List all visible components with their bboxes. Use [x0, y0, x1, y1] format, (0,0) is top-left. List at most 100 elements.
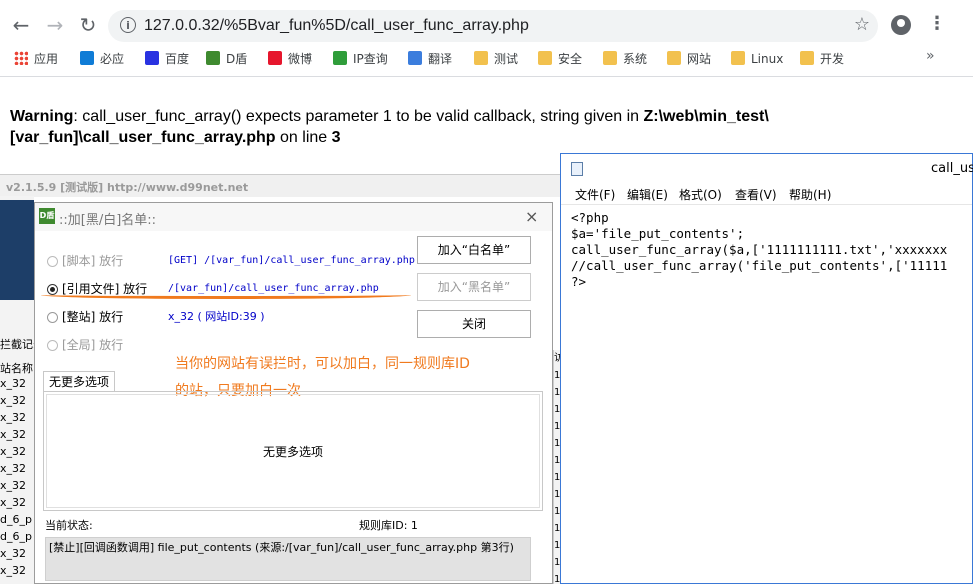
bookmarks-bar: 应用 必应 百度 D盾 微博 IP查询 翻译 测试 安全 系统 网站 Linux 开发	[0, 46, 973, 72]
background-list-text: d_6_p	[0, 513, 32, 526]
release-option-path: [GET] /[var_fun]/call_user_func_array.ph…	[168, 255, 415, 266]
warning-label: Warning	[10, 108, 74, 125]
notepad-menubar: 文件(F) 编辑(E) 格式(O) 查看(V) 帮助(H)	[561, 184, 972, 205]
bookmark-label: 翻译	[428, 52, 453, 66]
background-list-text: x_32	[0, 564, 27, 577]
blacklist-whitelist-dialog: D盾 ::加[黑/白]名单:: × 加入“白名单” 加入“黑名单” 关闭 当你的…	[34, 202, 553, 584]
notepad-title: call_us	[931, 161, 973, 176]
warning-text: : call_user_func_array() expects paramet…	[73, 108, 644, 125]
notepad-icon	[571, 162, 583, 176]
d99-version-text: v2.1.5.9 [测试版] http://www.d99net.net	[6, 181, 249, 194]
folder-icon	[603, 51, 617, 65]
reload-icon[interactable]: ↻	[76, 13, 100, 37]
release-option-label: [整站] 放行	[62, 310, 124, 324]
notepad-menu-item[interactable]: 帮助(H)	[789, 186, 831, 203]
bookmark-label: 系统	[623, 52, 648, 66]
bookmark-9[interactable]: 系统	[603, 49, 647, 69]
ip-icon	[333, 51, 347, 65]
d99-version-bar: v2.1.5.9 [测试版] http://www.d99net.net	[0, 174, 560, 197]
warning-line: 3	[331, 129, 341, 146]
folder-icon	[474, 51, 488, 65]
release-option-1[interactable]: [引用文件] 放行	[47, 279, 147, 299]
background-list-text: x_32	[0, 445, 27, 458]
radio-icon[interactable]	[47, 256, 58, 267]
bookmark-label: 百度	[165, 52, 190, 66]
options-panel: 无更多选项	[43, 391, 543, 511]
bookmark-11[interactable]: Linux	[731, 49, 783, 69]
notepad-menu-item[interactable]: 查看(V)	[735, 186, 777, 203]
apps-icon	[14, 51, 28, 65]
translate-icon	[408, 51, 422, 65]
bookmark-label: 必应	[100, 52, 125, 66]
radio-icon[interactable]	[47, 340, 58, 351]
release-option-label: [全局] 放行	[62, 338, 124, 352]
folder-icon	[800, 51, 814, 65]
bing-icon	[80, 51, 94, 65]
bookmark-label: Linux	[751, 52, 784, 66]
bookmark-label: 应用	[34, 52, 59, 66]
background-list-text: x_32	[0, 411, 27, 424]
rule-id-text: 规则库ID: 1	[359, 519, 418, 532]
bookmark-7[interactable]: 测试	[474, 49, 518, 69]
release-option-2[interactable]: [整站] 放行	[47, 307, 123, 327]
dialog-close-icon[interactable]: ×	[525, 207, 538, 226]
notepad-text-area[interactable]: <?php $a='file_put_contents'; call_user_…	[571, 210, 947, 290]
status-text-box: [禁止][回调函数调用] file_put_contents (来源:/[var…	[45, 537, 531, 581]
bookmark-label: 微博	[288, 52, 313, 66]
folder-icon	[538, 51, 552, 65]
dshield-icon	[206, 51, 220, 65]
background-banner	[0, 200, 34, 300]
bookmark-label: D盾	[226, 52, 248, 66]
notepad-window: call_us 文件(F) 编辑(E) 格式(O) 查看(V) 帮助(H) <?php …	[560, 153, 973, 584]
background-list-text: x_32	[0, 428, 27, 441]
background-list-text: x_32	[0, 479, 27, 492]
info-icon[interactable]: i	[120, 17, 136, 33]
notepad-menu-item[interactable]: 文件(F)	[575, 186, 615, 203]
add-blacklist-button[interactable]: 加入“黑名单”	[417, 273, 531, 301]
notepad-menu-item[interactable]: 格式(O)	[679, 186, 722, 203]
baidu-icon	[145, 51, 159, 65]
profile-avatar-icon[interactable]	[891, 15, 911, 35]
back-arrow-icon[interactable]: ←	[9, 13, 33, 37]
add-whitelist-button[interactable]: 加入“白名单”	[417, 236, 531, 264]
bookmark-1[interactable]: 必应	[80, 49, 124, 69]
php-warning: Warning: call_user_func_array() expects …	[10, 106, 850, 148]
bookmark-6[interactable]: 翻译	[408, 49, 452, 69]
bookmark-3[interactable]: D盾	[206, 49, 247, 69]
options-inner: 无更多选项	[46, 394, 540, 508]
bookmark-label: 安全	[558, 52, 583, 66]
star-icon[interactable]: ☆	[854, 14, 870, 35]
bookmark-2[interactable]: 百度	[145, 49, 189, 69]
radio-selected-icon[interactable]	[47, 284, 58, 295]
background-list-text: d_6_p	[0, 530, 32, 543]
bookmark-label: IP查询	[353, 52, 388, 66]
tab-no-more-options[interactable]: 无更多选项	[43, 371, 115, 392]
browser-toolbar: ← → ↻ i 127.0.0.32/%5Bvar_fun%5D/call_us…	[0, 0, 973, 77]
bookmark-label: 测试	[494, 52, 519, 66]
forward-arrow-icon[interactable]: →	[43, 13, 67, 37]
bookmark-4[interactable]: 微博	[268, 49, 312, 69]
notepad-menu-item[interactable]: 编辑(E)	[627, 186, 668, 203]
bookmark-label: 网站	[687, 52, 712, 66]
menu-kebab-icon[interactable]: ⋮	[928, 13, 946, 34]
bookmark-8[interactable]: 安全	[538, 49, 582, 69]
bookmark-5[interactable]: IP查询	[333, 49, 388, 69]
background-list-text: x_32	[0, 496, 27, 509]
notepad-titlebar: call_us	[561, 154, 973, 184]
radio-icon[interactable]	[47, 312, 58, 323]
address-bar[interactable]: i 127.0.0.32/%5Bvar_fun%5D/call_user_fun…	[108, 10, 878, 42]
release-option-path: /[var_fun]/call_user_func_array.php	[168, 283, 379, 294]
release-option-0[interactable]: [脚本] 放行	[47, 251, 123, 271]
bookmark-10[interactable]: 网站	[667, 49, 711, 69]
dialog-titlebar: D盾 ::加[黑/白]名单:: ×	[35, 203, 552, 231]
bookmark-12[interactable]: 开发	[800, 49, 844, 69]
release-option-3[interactable]: [全局] 放行	[47, 335, 123, 355]
bookmark-0[interactable]: 应用	[14, 49, 58, 69]
url-text: 127.0.0.32/%5Bvar_fun%5D/call_user_func_…	[144, 17, 529, 34]
release-option-label: [脚本] 放行	[62, 254, 124, 268]
bookmarks-more-icon[interactable]: »	[926, 48, 935, 64]
close-button[interactable]: 关闭	[417, 310, 531, 338]
folder-icon	[731, 51, 745, 65]
status-label: 当前状态:	[45, 519, 93, 532]
options-text: 无更多选项	[262, 445, 323, 459]
